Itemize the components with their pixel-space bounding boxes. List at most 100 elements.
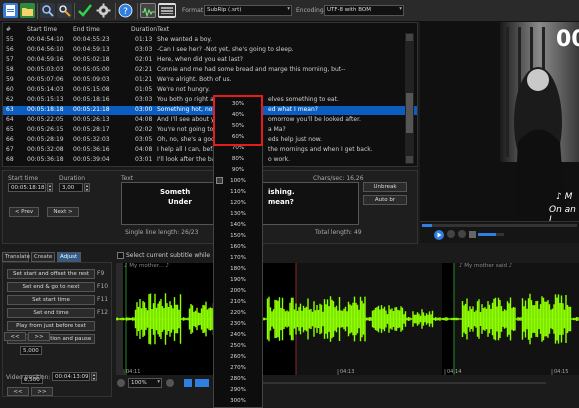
row-end: 00:05:21:18 bbox=[73, 106, 110, 113]
play-waveform-icon[interactable] bbox=[184, 379, 192, 387]
zoom-menu-item[interactable]: 140% bbox=[214, 220, 262, 230]
stop-icon[interactable] bbox=[447, 230, 455, 238]
zoom-menu-item[interactable]: 280% bbox=[214, 374, 262, 384]
table-row[interactable]: 68 00:05:36:18 00:05:39:04 03:01 I'll look a… bbox=[3, 156, 417, 165]
next-button[interactable]: Next > bbox=[47, 207, 79, 217]
play-next-icon[interactable] bbox=[195, 379, 209, 387]
scroll-down-button[interactable] bbox=[406, 156, 413, 163]
waveform-zoom-value: 100% bbox=[131, 380, 147, 386]
table-row[interactable]: 65 00:05:26:15 00:05:28:17 02:02 You're not … bbox=[3, 126, 417, 135]
zoom-menu-item[interactable]: 240% bbox=[214, 330, 262, 340]
open-file-icon[interactable] bbox=[20, 3, 35, 18]
unbreak-button[interactable]: Unbreak bbox=[363, 182, 407, 192]
zoom-menu-item[interactable]: 170% bbox=[214, 253, 262, 263]
video-watermark: 00 bbox=[556, 27, 579, 52]
duration-stepper[interactable]: ▴ ▾ bbox=[84, 183, 90, 192]
fullscreen-icon[interactable] bbox=[458, 230, 466, 238]
adjust-button[interactable]: Play from just before text bbox=[7, 321, 95, 331]
video-position-input[interactable]: 00:04:13:09 bbox=[52, 372, 90, 381]
table-row[interactable]: 63 00:05:18:18 00:05:21:18 03:00 Something h… bbox=[3, 106, 417, 115]
column-header-end-time[interactable]: End time bbox=[73, 26, 100, 33]
table-row[interactable]: 56 00:04:56:10 00:04:59:13 03:03 -Can I see … bbox=[3, 46, 417, 55]
back-large-button[interactable]: << bbox=[4, 332, 26, 341]
tab-translate[interactable]: Translate bbox=[2, 252, 30, 262]
video-player[interactable]: 00 ♪ M On an I bbox=[420, 22, 579, 221]
adjust-button[interactable]: Set start time bbox=[7, 295, 95, 305]
waveform-position-slider[interactable] bbox=[216, 382, 546, 384]
row-duration: 04:08 bbox=[135, 116, 153, 123]
table-row[interactable]: 66 00:05:28:19 00:05:32:03 03:05 Oh, no, she… bbox=[3, 136, 417, 145]
play-icon[interactable] bbox=[434, 230, 444, 240]
zoom-menu-item[interactable]: 210% bbox=[214, 297, 262, 307]
new-file-icon[interactable] bbox=[3, 3, 18, 18]
replace-icon[interactable] bbox=[57, 3, 72, 18]
column-header-text[interactable]: Text bbox=[157, 26, 169, 33]
speaker-icon[interactable] bbox=[469, 231, 476, 238]
table-row[interactable]: 57 00:04:59:16 00:05:02:18 02:01 Here, when … bbox=[3, 56, 417, 65]
video-toggle-icon[interactable] bbox=[158, 3, 176, 18]
row-text-tail: ed what I mean? bbox=[268, 106, 318, 113]
svg-text:?: ? bbox=[123, 7, 128, 17]
table-row[interactable]: 62 00:05:15:13 00:05:18:16 03:03 You both go… bbox=[3, 96, 417, 105]
adjust-button[interactable]: Set end & go to next bbox=[7, 282, 95, 292]
zoom-menu-item[interactable]: 110% bbox=[214, 187, 262, 197]
scrollbar-thumb[interactable] bbox=[406, 93, 413, 133]
adjust-button[interactable]: Set end time bbox=[7, 308, 95, 318]
zoom-menu-item[interactable]: 180% bbox=[214, 264, 262, 274]
zoom-menu-item[interactable]: 250% bbox=[214, 341, 262, 351]
audio-waveform[interactable]: 04:1104:1204:1304:1404:15 ♪ My mother...… bbox=[116, 263, 579, 375]
zoom-menu-item[interactable]: 230% bbox=[214, 319, 262, 329]
prev-button[interactable]: < Prev bbox=[9, 207, 39, 217]
volume-slider[interactable] bbox=[478, 233, 504, 236]
fwd-small-button[interactable]: >> bbox=[31, 387, 53, 396]
table-row[interactable]: 58 00:05:03:03 00:05:05:00 02:21 Connie and … bbox=[3, 66, 417, 75]
encoding-select[interactable]: UTF-8 with BOM ▾ bbox=[324, 5, 404, 16]
zoom-menu-item[interactable]: 300% bbox=[214, 396, 262, 406]
format-select[interactable]: SubRip (.srt) ▾ bbox=[204, 5, 292, 16]
waveform-zoom-select[interactable]: 100% ▾ bbox=[128, 378, 162, 388]
step-large-input[interactable]: 5,000 bbox=[20, 346, 42, 355]
zoom-menu-item[interactable]: 290% bbox=[214, 385, 262, 395]
start-time-stepper[interactable]: ▴ ▾ bbox=[47, 183, 53, 192]
zoom-menu-item[interactable]: 120% bbox=[214, 198, 262, 208]
zoom-menu-item[interactable]: 260% bbox=[214, 352, 262, 362]
help-icon[interactable]: ? bbox=[118, 3, 133, 18]
row-end: 00:04:55:23 bbox=[73, 36, 110, 43]
auto-break-button[interactable]: Auto br bbox=[363, 195, 407, 205]
table-row[interactable]: 59 00:05:07:06 00:05:09:03 01:21 We're alrig… bbox=[3, 76, 417, 85]
scroll-up-button[interactable] bbox=[406, 34, 413, 41]
zoom-in-icon[interactable] bbox=[166, 379, 174, 387]
video-position-stepper[interactable]: ▴ ▾ bbox=[91, 372, 97, 381]
zoom-menu-item[interactable]: 220% bbox=[214, 308, 262, 318]
table-row[interactable]: 60 00:05:14:03 00:05:15:08 01:05 We're not h… bbox=[3, 86, 417, 95]
table-row[interactable]: 55 00:04:54:10 00:04:55:23 01:13 She wanted … bbox=[3, 36, 417, 45]
zoom-menu-item[interactable]: 150% bbox=[214, 231, 262, 241]
row-start: 00:05:15:13 bbox=[27, 96, 64, 103]
waveform-toggle-icon[interactable] bbox=[140, 3, 156, 18]
spell-check-icon[interactable] bbox=[77, 3, 92, 18]
column-header-start-time[interactable]: Start time bbox=[27, 26, 57, 33]
zoom-menu-item[interactable]: 270% bbox=[214, 363, 262, 373]
adjust-button[interactable]: Set start and offset the rest bbox=[7, 269, 95, 279]
zoom-menu-item[interactable]: 190% bbox=[214, 275, 262, 285]
zoom-menu-item[interactable]: 160% bbox=[214, 242, 262, 252]
tab-adjust[interactable]: Adjust bbox=[57, 252, 81, 262]
zoom-menu-item[interactable]: 90% bbox=[214, 165, 262, 175]
find-icon[interactable] bbox=[40, 3, 55, 18]
column-header-duration[interactable]: Duration bbox=[131, 26, 157, 33]
duration-input[interactable]: 3,00 bbox=[59, 183, 83, 192]
zoom-menu-item[interactable]: 80% bbox=[214, 154, 262, 164]
column-header-number[interactable]: # bbox=[6, 26, 11, 33]
zoom-menu-item[interactable]: 200% bbox=[214, 286, 262, 296]
video-seek-bar[interactable] bbox=[422, 224, 577, 227]
fwd-large-button[interactable]: >> bbox=[28, 332, 50, 341]
zoom-menu-item[interactable]: 130% bbox=[214, 209, 262, 219]
row-text: You're not going to... bbox=[157, 126, 219, 133]
subtitle-list-scrollbar[interactable] bbox=[405, 33, 414, 164]
zoom-out-icon[interactable] bbox=[117, 379, 125, 387]
start-time-input[interactable]: 00:05:18:18 bbox=[8, 183, 46, 192]
tab-create[interactable]: Create bbox=[31, 252, 55, 262]
settings-icon[interactable] bbox=[96, 3, 111, 18]
back-small-button[interactable]: << bbox=[7, 387, 29, 396]
select-current-checkbox[interactable] bbox=[117, 252, 124, 259]
